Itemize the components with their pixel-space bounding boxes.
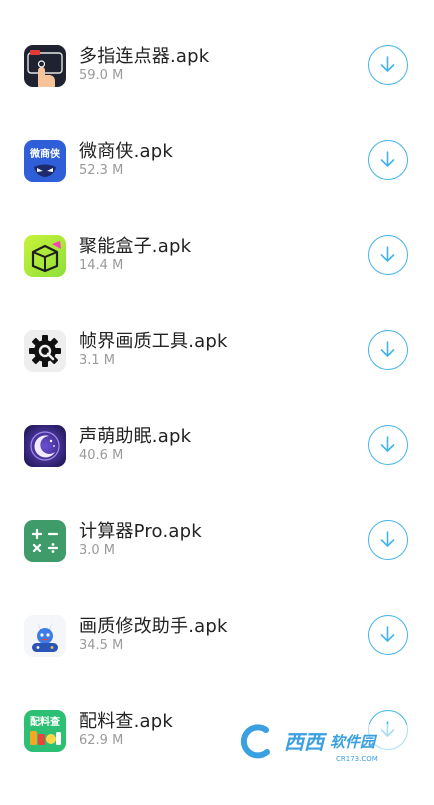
download-icon: [380, 436, 395, 452]
app-name: 计算器Pro.apk: [79, 521, 202, 542]
icon-label: 配料查: [30, 715, 61, 728]
ingredients-check-icon: 配料查: [24, 710, 66, 752]
app-size: 34.5 M: [79, 638, 124, 653]
weishangxia-icon: 微商侠: [24, 140, 66, 182]
app-size: 59.0 M: [79, 68, 124, 83]
app-size: 3.1 M: [79, 353, 116, 368]
list-item[interactable]: 计算器Pro.apk 3.0 M: [0, 520, 434, 615]
app-size: 3.0 M: [79, 543, 116, 558]
watermark-brand: 西西: [284, 730, 328, 754]
list-item[interactable]: 画质修改助手.apk 34.5 M: [0, 615, 434, 710]
download-icon: [380, 56, 395, 72]
watermark-url: CR173.COM: [336, 755, 378, 763]
download-button[interactable]: [368, 615, 408, 655]
site-logo: 西西 软件园 CR173.COM: [240, 723, 410, 763]
download-button[interactable]: [368, 45, 408, 85]
app-size: 14.4 M: [79, 258, 124, 273]
apk-download-list: 多指连点器.apk 59.0 M 微商侠 微商侠.apk 52.3 M 聚能盒子…: [0, 0, 434, 771]
app-size: 62.9 M: [79, 733, 124, 748]
juneng-box-icon: [24, 235, 66, 277]
list-item[interactable]: 帧界画质工具.apk 3.1 M: [0, 330, 434, 425]
download-icon: [380, 151, 395, 167]
download-button[interactable]: [368, 235, 408, 275]
site-watermark: 西西 软件园 CR173.COM: [236, 716, 414, 766]
app-name: 声萌助眠.apk: [79, 426, 192, 447]
download-button[interactable]: [368, 330, 408, 370]
list-item[interactable]: 聚能盒子.apk 14.4 M: [0, 235, 434, 330]
app-name: 微商侠.apk: [79, 141, 174, 162]
download-icon: [380, 246, 395, 262]
download-icon: [380, 341, 395, 357]
gear-icon: [24, 330, 66, 372]
app-name: 画质修改助手.apk: [79, 616, 228, 637]
app-name: 多指连点器.apk: [79, 46, 210, 67]
app-size: 40.6 M: [79, 448, 124, 463]
download-button[interactable]: [368, 520, 408, 560]
app-name: 聚能盒子.apk: [79, 236, 192, 257]
icon-label: 微商侠: [29, 147, 61, 160]
list-item[interactable]: 声萌助眠.apk 40.6 M: [0, 425, 434, 520]
gamer-mascot-icon: [24, 615, 66, 657]
multi-finger-clicker-icon: [24, 45, 66, 87]
watermark-sub: 软件园: [330, 733, 378, 751]
app-size: 52.3 M: [79, 163, 124, 178]
download-icon: [380, 531, 395, 547]
list-item[interactable]: 微商侠 微商侠.apk 52.3 M: [0, 140, 434, 235]
list-item[interactable]: 多指连点器.apk 59.0 M: [0, 45, 434, 140]
download-button[interactable]: [368, 425, 408, 465]
app-name: 配料查.apk: [79, 711, 174, 732]
download-icon: [380, 626, 395, 642]
download-button[interactable]: [368, 140, 408, 180]
moon-sleep-icon: [24, 425, 66, 467]
calculator-icon: [24, 520, 66, 562]
app-name: 帧界画质工具.apk: [79, 331, 228, 352]
